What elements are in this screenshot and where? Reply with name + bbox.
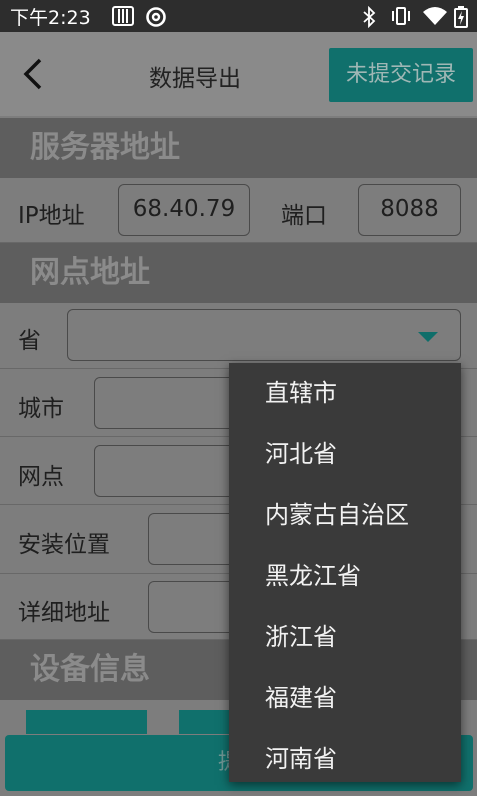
- branch-label: 网点: [18, 464, 64, 490]
- province-label: 省: [18, 328, 41, 354]
- ip-label: IP地址: [18, 203, 85, 229]
- menu-item-province[interactable]: 黑龙江省: [229, 546, 461, 607]
- unsubmitted-records-button[interactable]: 未提交记录: [329, 48, 473, 102]
- wifi-icon: [423, 7, 447, 25]
- install-position-label: 安装位置: [18, 532, 110, 558]
- app-bar: 数据导出 未提交记录: [0, 32, 477, 116]
- menu-item-province[interactable]: 浙江省: [229, 607, 461, 668]
- battery-charging-icon: [454, 6, 468, 28]
- menu-item-province[interactable]: 河南省: [229, 729, 461, 790]
- section-header-site: 网点地址: [0, 243, 477, 303]
- menu-item-province[interactable]: 直辖市: [229, 363, 461, 424]
- ip-value: 68.40.79: [132, 196, 236, 222]
- server-row: IP地址 68.40.79 端口 8088: [0, 178, 477, 243]
- back-arrow-icon[interactable]: [14, 54, 54, 94]
- port-label: 端口: [281, 203, 327, 229]
- port-field[interactable]: 8088: [358, 184, 461, 236]
- port-value: 8088: [380, 196, 439, 222]
- menu-item-province[interactable]: 内蒙古自治区: [229, 485, 461, 546]
- province-select[interactable]: [67, 309, 461, 361]
- page-title: 数据导出: [149, 66, 241, 92]
- province-dropdown-menu: 直辖市 河北省 内蒙古自治区 黑龙江省 浙江省 福建省 河南省: [229, 363, 461, 782]
- chevron-down-icon: [418, 332, 438, 342]
- calendar-icon: [112, 6, 134, 26]
- province-row: 省: [0, 303, 477, 369]
- menu-item-province[interactable]: 福建省: [229, 668, 461, 729]
- bluetooth-icon: [363, 6, 376, 28]
- device-tab-left[interactable]: [26, 710, 147, 734]
- city-label: 城市: [18, 396, 64, 422]
- menu-item-province[interactable]: 河北省: [229, 424, 461, 485]
- ip-field[interactable]: 68.40.79: [118, 184, 250, 236]
- vibrate-icon: [392, 7, 410, 25]
- status-time: 下午2:23: [10, 7, 91, 29]
- detail-address-label: 详细地址: [18, 600, 110, 626]
- sync-icon: [146, 7, 166, 27]
- status-bar: 下午2:23: [0, 0, 477, 32]
- section-header-server: 服务器地址: [0, 118, 477, 178]
